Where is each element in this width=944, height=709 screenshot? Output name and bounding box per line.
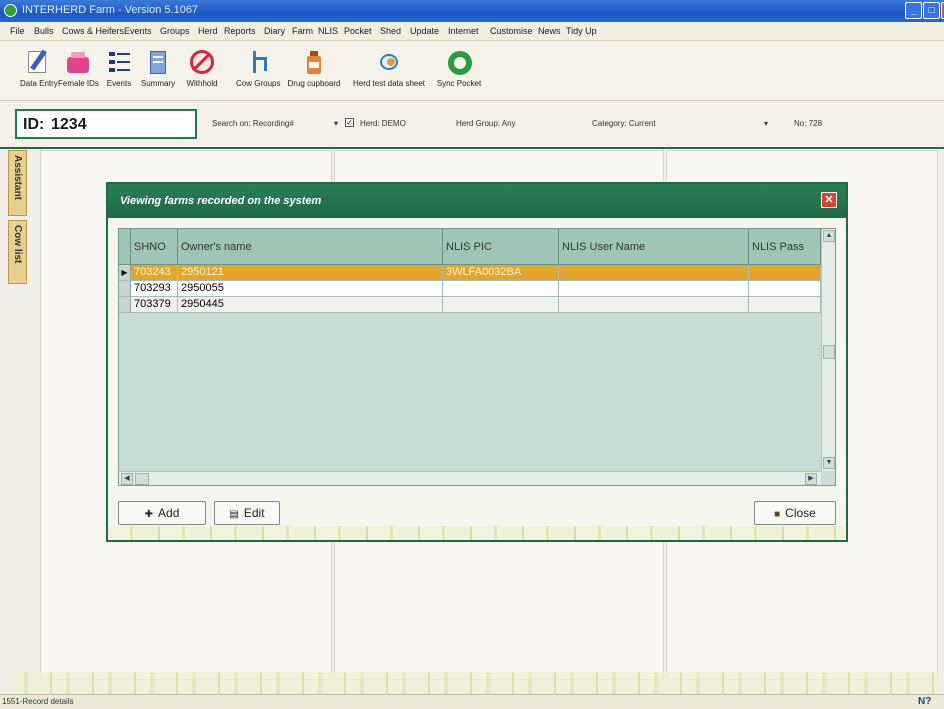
dialog-header: Viewing farms recorded on the system ✕ [108,184,846,218]
dropdown-arrow-icon: ▾ [334,119,339,128]
menu-file[interactable]: File [10,26,25,36]
scroll-right-icon[interactable]: ▶ [805,473,817,485]
farms-dialog: Viewing farms recorded on the system ✕ S… [106,182,848,542]
status-bar: 1551-Record details N? [0,694,944,709]
drug-cupboard-button[interactable]: Drug cupboard [286,43,342,88]
column-header-nlis-pic[interactable]: NLIS PIC [443,229,559,265]
id-label: ID: [23,116,45,133]
herd-checkbox[interactable]: ✓ [345,118,354,127]
herd-test-data-sheet-button[interactable]: Herd test data sheet [352,43,426,88]
id-value: 1234 [51,116,87,133]
h-scroll-thumb[interactable] [135,473,149,485]
column-header-owner[interactable]: Owner's name [178,229,443,265]
scroll-thumb[interactable] [823,345,835,359]
toolbar: Data Entry Female IDs Events Summary Wit… [0,41,944,101]
search-bar: ID: 1234 Search on: Recording# ▾ ✓ Herd:… [0,101,944,149]
record-count: No: 728 [794,119,823,128]
edit-icon: ▤ [229,509,239,520]
help-icon[interactable]: N? [918,696,931,707]
menu-cows-heifers[interactable]: Cows & Heifers [62,26,124,36]
minimize-button[interactable]: _ [905,2,922,19]
row-pointer-icon: ▶ [119,265,131,281]
status-text: 1551-Record details [2,697,74,706]
scroll-left-icon[interactable]: ◀ [121,473,133,485]
menu-groups[interactable]: Groups [160,26,190,36]
sync-icon [446,49,472,77]
table-row[interactable]: 703293 2950055 [119,281,821,297]
scroll-up-icon[interactable]: ▲ [823,230,835,242]
maximize-button[interactable]: □ [923,2,940,19]
menu-nlis[interactable]: NLIS [318,26,338,36]
window-title: INTERHERD Farm - Version 5.1067 [22,4,199,16]
search-on-select[interactable]: Search on: Recording# [212,119,294,128]
menu-update[interactable]: Update [410,26,439,36]
data-entry-button[interactable]: Data Entry [20,43,58,88]
menu-pocket[interactable]: Pocket [344,26,372,36]
row-indicator-header [119,229,131,265]
scroll-down-icon[interactable]: ▼ [823,457,835,469]
menu-bar: File Bulls Cows & Heifers Events Groups … [0,22,944,41]
horizontal-scrollbar[interactable]: ◀ ▶ [119,471,821,485]
close-button[interactable]: ■ Close [754,501,836,525]
plus-icon: ✚ [144,509,154,520]
withhold-button[interactable]: Withhold [180,43,224,88]
list-icon [106,49,132,77]
menu-shed[interactable]: Shed [380,26,401,36]
menu-diary[interactable]: Diary [264,26,285,36]
menu-customise[interactable]: Customise [490,26,533,36]
column-header-nlis-user[interactable]: NLIS User Name [559,229,749,265]
menu-reports[interactable]: Reports [224,26,256,36]
sync-pocket-button[interactable]: Sync Pocket [434,43,484,88]
farms-grid: SHNO Owner's name NLIS PIC NLIS User Nam… [118,228,836,486]
herd-group-select[interactable]: Herd Group: Any [456,119,516,128]
category-select[interactable]: Category: Current [592,119,656,128]
pencil-icon [24,49,50,77]
edit-button[interactable]: ▤ Edit [214,501,280,525]
menu-farm[interactable]: Farm [292,26,313,36]
menu-tidy-up[interactable]: Tidy Up [566,26,597,36]
vertical-scrollbar[interactable]: ▲ ▼ [821,229,835,471]
cow-list-tab[interactable]: Cow list [8,220,27,284]
column-header-shno[interactable]: SHNO [131,229,178,265]
grid-header: SHNO Owner's name NLIS PIC NLIS User Nam… [119,229,835,265]
summary-icon [145,49,171,77]
menu-internet[interactable]: Internet [448,26,479,36]
table-row[interactable]: ▶ 703243 2950121 3WLFA0032BA [119,265,821,281]
id-search-input[interactable]: ID: 1234 [15,109,197,139]
prohibit-icon [189,49,215,77]
dropdown-arrow-icon: ▾ [764,119,769,128]
female-ids-button[interactable]: Female IDs [58,43,99,88]
summary-button[interactable]: Summary [138,43,178,88]
title-bar: INTERHERD Farm - Version 5.1067 _ □ [0,0,944,22]
cow-groups-button[interactable]: Cow Groups [236,43,280,88]
grass-decoration [10,672,940,694]
door-icon: ■ [774,509,781,520]
grass-decoration [108,526,846,540]
cow-id-icon [65,49,91,77]
dialog-title: Viewing farms recorded on the system [120,195,322,207]
add-button[interactable]: ✚ Add [118,501,206,525]
menu-events[interactable]: Events [124,26,152,36]
menu-bulls[interactable]: Bulls [34,26,54,36]
herd-test-icon [376,49,402,77]
app-icon [4,4,17,17]
menu-herd[interactable]: Herd [198,26,218,36]
menu-news[interactable]: News [538,26,561,36]
dialog-close-icon[interactable]: ✕ [821,192,837,208]
bottle-icon [301,49,327,77]
column-header-nlis-pass[interactable]: NLIS Pass [749,229,821,265]
assistant-tab[interactable]: Assistant [8,150,27,216]
events-button[interactable]: Events [104,43,134,88]
cow-groups-icon [245,49,271,77]
table-row[interactable]: 703379 2950445 [119,297,821,313]
herd-select[interactable]: Herd: DEMO [360,119,406,128]
